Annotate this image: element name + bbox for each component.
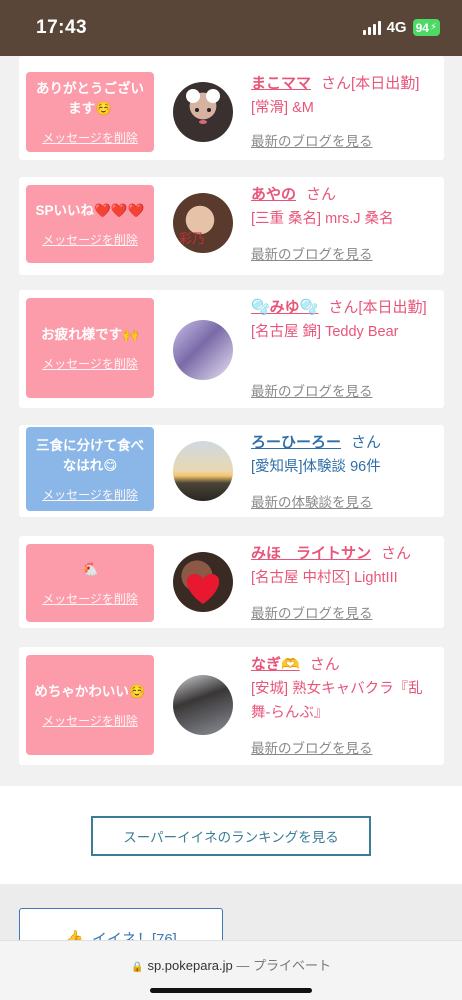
super-iine-list: ありがとうございます☺️ メッセージを削除 まこママ さん[本日出勤] [常滑] …: [0, 56, 462, 786]
honorific: さん: [351, 434, 382, 451]
delete-message-link[interactable]: メッセージを削除: [42, 486, 138, 503]
review-count: [愛知県]体験談 96件: [251, 459, 381, 475]
shop-name: [名古屋 錦] Teddy Bear: [251, 324, 399, 340]
shop-name: [三重 桑名] mrs.J 桑名: [251, 211, 394, 227]
status-tag: [本日出勤]: [358, 299, 427, 316]
heart-icon: [186, 574, 220, 604]
delete-message-link[interactable]: メッセージを削除: [42, 231, 138, 248]
svg-text:彩乃: 彩乃: [179, 232, 205, 247]
girl-info: なぎ🫶 さん [安城] 熟女キャバクラ『乱舞-らんぶ』: [251, 653, 441, 725]
list-item: お疲れ様です🙌 メッセージを削除 🫧みゆ🫧 さん[本日出勤] [名古屋 錦] Te…: [19, 290, 444, 408]
girl-name-link[interactable]: なぎ🫶: [251, 656, 300, 673]
private-label: — プライベート: [236, 958, 331, 973]
delete-message-link[interactable]: メッセージを削除: [42, 355, 138, 372]
latest-blog-link[interactable]: 最新のブログを見る: [251, 737, 373, 757]
delete-message-link[interactable]: メッセージを削除: [42, 590, 138, 607]
battery-level: 94: [415, 20, 429, 35]
photo-sticker-icon: 彩乃: [179, 232, 205, 247]
avatar[interactable]: [173, 320, 233, 380]
girl-name-link[interactable]: みほ ライトサン: [251, 545, 371, 562]
honorific: さん: [309, 656, 340, 673]
message-text: 🐔: [81, 561, 99, 577]
message-text: お疲れ様です🙌: [41, 326, 139, 342]
ranking-button[interactable]: スーパーイイネのランキングを見る: [91, 816, 371, 856]
honorific: さん: [381, 545, 412, 562]
network-type: 4G: [386, 19, 407, 36]
list-item: 🐔 メッセージを削除 みほ ライトサン さん [名古屋 中村区] LightIII…: [19, 536, 444, 628]
avatar[interactable]: [173, 552, 233, 612]
cellular-signal-icon: [362, 20, 381, 35]
status-icons: 4G 94 ⚡: [362, 19, 440, 36]
shop-name: [常滑] &M: [251, 100, 314, 116]
avatar[interactable]: [173, 675, 233, 735]
honorific: さん: [328, 299, 359, 316]
girl-info: まこママ さん[本日出勤] [常滑] &M: [251, 72, 441, 120]
girl-info: あやの さん [三重 桑名] mrs.J 桑名: [251, 183, 441, 231]
message-bubble: お疲れ様です🙌 メッセージを削除: [26, 298, 154, 398]
girl-name-link[interactable]: まこママ: [251, 75, 311, 92]
home-indicator[interactable]: [150, 988, 312, 993]
ranking-section: スーパーイイネのランキングを見る: [0, 786, 462, 884]
latest-blog-link[interactable]: 最新のブログを見る: [251, 130, 373, 150]
status-tag: [本日出勤]: [351, 75, 420, 92]
message-text: SPいいね❤️❤️❤️: [35, 202, 145, 218]
latest-blog-link[interactable]: 最新のブログを見る: [251, 243, 373, 263]
message-bubble: SPいいね❤️❤️❤️ メッセージを削除: [26, 185, 154, 263]
shop-name: [名古屋 中村区] LightIII: [251, 570, 398, 586]
message-text: 三食に分けて食べなはれ😋: [36, 437, 144, 473]
status-bar: 17:43 4G 94 ⚡: [0, 0, 462, 56]
latest-blog-link[interactable]: 最新のブログを見る: [251, 602, 373, 622]
user-name-link[interactable]: ろーひーろー: [251, 434, 341, 451]
url-display[interactable]: 🔒 sp.pokepara.jp — プライベート: [0, 955, 462, 974]
delete-message-link[interactable]: メッセージを削除: [42, 712, 138, 729]
delete-message-link[interactable]: メッセージを削除: [42, 129, 138, 146]
message-bubble: めちゃかわいい☺️ メッセージを削除: [26, 655, 154, 755]
shop-name: [安城] 熟女キャバクラ『乱舞-らんぶ』: [251, 681, 423, 721]
honorific: さん: [321, 75, 352, 92]
latest-review-link[interactable]: 最新の体験談を見る: [251, 491, 373, 511]
lock-icon: 🔒: [131, 962, 144, 973]
avatar[interactable]: [173, 441, 233, 501]
message-text: ありがとうございます☺️: [36, 80, 144, 116]
avatar[interactable]: [173, 82, 233, 142]
browser-url-bar[interactable]: 🔒 sp.pokepara.jp — プライベート: [0, 940, 462, 1000]
battery-icon: 94 ⚡: [412, 19, 440, 36]
girl-name-link[interactable]: あやの: [251, 186, 296, 203]
list-item: めちゃかわいい☺️ メッセージを削除 なぎ🫶 さん [安城] 熟女キャバクラ『乱舞…: [19, 647, 444, 765]
latest-blog-link[interactable]: 最新のブログを見る: [251, 380, 373, 400]
list-item: ありがとうございます☺️ メッセージを削除 まこママ さん[本日出勤] [常滑] …: [19, 56, 444, 160]
girl-name-link[interactable]: 🫧みゆ🫧: [251, 299, 318, 316]
girl-info: みほ ライトサン さん [名古屋 中村区] LightIII: [251, 542, 441, 590]
status-time: 17:43: [36, 17, 88, 38]
message-text: めちゃかわいい☺️: [34, 683, 146, 699]
message-bubble: 三食に分けて食べなはれ😋 メッセージを削除: [26, 427, 154, 511]
girl-info: ろーひーろー さん [愛知県]体験談 96件: [251, 431, 441, 479]
cat-ear-icon: [186, 89, 220, 124]
avatar[interactable]: 彩乃: [173, 193, 233, 253]
girl-info: 🫧みゆ🫧 さん[本日出勤] [名古屋 錦] Teddy Bear: [251, 296, 441, 344]
domain-text: sp.pokepara.jp: [147, 958, 233, 973]
message-bubble: 🐔 メッセージを削除: [26, 544, 154, 622]
message-bubble: ありがとうございます☺️ メッセージを削除: [26, 72, 154, 152]
list-item: 三食に分けて食べなはれ😋 メッセージを削除 ろーひーろー さん [愛知県]体験談 …: [19, 425, 444, 517]
honorific: さん: [306, 186, 337, 203]
list-item: SPいいね❤️❤️❤️ メッセージを削除 彩乃 あやの さん [三重 桑名] mr…: [19, 177, 444, 275]
